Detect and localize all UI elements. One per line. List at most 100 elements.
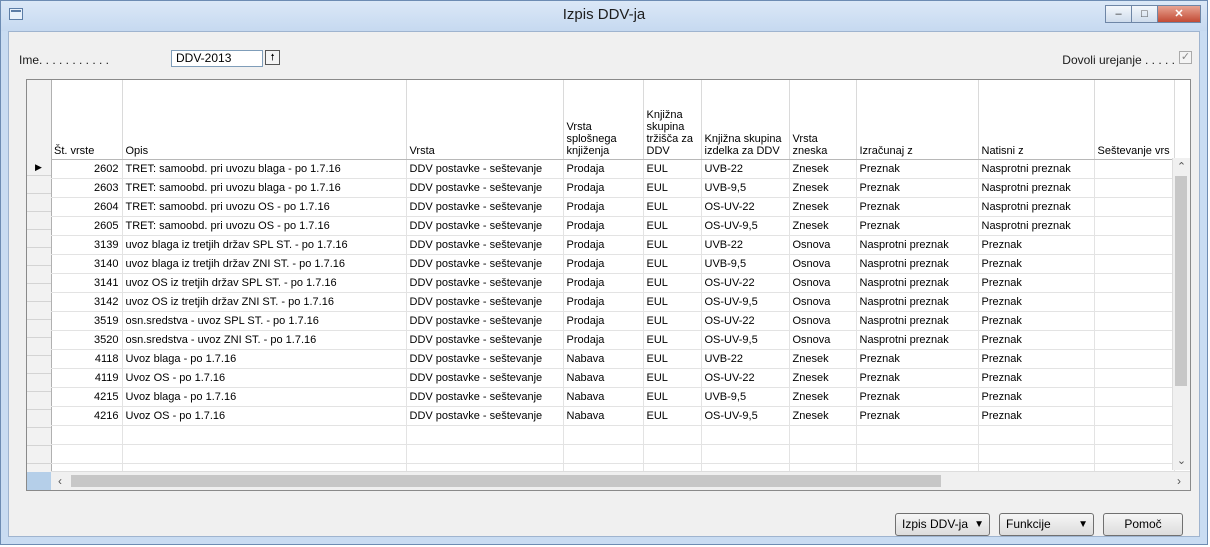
table-row[interactable]: [51, 444, 1175, 464]
table-cell[interactable]: Prodaja: [563, 254, 644, 274]
table-cell[interactable]: Preznak: [856, 368, 979, 388]
table-cell[interactable]: EUL: [643, 235, 702, 255]
table-cell[interactable]: Nabava: [563, 349, 644, 369]
table-cell[interactable]: 2605: [51, 216, 123, 236]
table-cell[interactable]: osn.sredstva - uvoz ZNI ST. - po 1.7.16: [122, 330, 407, 350]
table-cell[interactable]: EUL: [643, 368, 702, 388]
table-cell[interactable]: 2604: [51, 197, 123, 217]
table-cell[interactable]: Preznak: [856, 349, 979, 369]
table-cell[interactable]: [1094, 311, 1175, 331]
table-cell[interactable]: Znesek: [789, 216, 857, 236]
column-header[interactable]: Opis: [122, 80, 407, 160]
table-row[interactable]: 2602 TRET: samoobd. pri uvozu blaga - po …: [51, 159, 1175, 179]
row-selector[interactable]: [27, 284, 51, 302]
table-cell[interactable]: OS-UV-9,5: [701, 216, 790, 236]
column-header[interactable]: Izračunaj z: [856, 80, 979, 160]
column-header[interactable]: Vrsta zneska: [789, 80, 857, 160]
table-cell[interactable]: [406, 444, 564, 464]
table-cell[interactable]: Preznak: [856, 387, 979, 407]
table-row[interactable]: 3140 uvoz blaga iz tretjih držav ZNI ST. …: [51, 254, 1175, 274]
table-row[interactable]: 3519 osn.sredstva - uvoz SPL ST. - po 1.7…: [51, 311, 1175, 331]
row-selector[interactable]: [27, 266, 51, 284]
table-cell[interactable]: [1094, 178, 1175, 198]
row-selector[interactable]: [27, 392, 51, 410]
column-header[interactable]: Vrsta: [406, 80, 564, 160]
table-cell[interactable]: EUL: [643, 387, 702, 407]
table-cell[interactable]: Osnova: [789, 292, 857, 312]
table-cell[interactable]: 3520: [51, 330, 123, 350]
table-cell[interactable]: [701, 444, 790, 464]
funkcije-menu-button[interactable]: Funkcije ▼: [999, 513, 1094, 536]
table-row[interactable]: 2605 TRET: samoobd. pri uvozu OS - po 1.7…: [51, 216, 1175, 236]
table-cell[interactable]: 4216: [51, 406, 123, 426]
table-cell[interactable]: UVB-22: [701, 235, 790, 255]
table-cell[interactable]: [978, 444, 1095, 464]
table-cell[interactable]: Preznak: [856, 406, 979, 426]
allow-edit-checkbox[interactable]: ✓: [1179, 51, 1192, 64]
table-row[interactable]: 3520 osn.sredstva - uvoz ZNI ST. - po 1.7…: [51, 330, 1175, 350]
table-cell[interactable]: OS-UV-22: [701, 368, 790, 388]
table-cell[interactable]: 2602: [51, 159, 123, 179]
table-cell[interactable]: EUL: [643, 311, 702, 331]
table-cell[interactable]: DDV postavke - seštevanje: [406, 387, 564, 407]
lookup-arrow-icon[interactable]: 🠕: [265, 50, 280, 65]
row-selector[interactable]: [27, 428, 51, 446]
row-selector[interactable]: [27, 212, 51, 230]
table-cell[interactable]: [643, 444, 702, 464]
table-cell[interactable]: EUL: [643, 292, 702, 312]
table-cell[interactable]: EUL: [643, 330, 702, 350]
table-cell[interactable]: Preznak: [978, 254, 1095, 274]
table-cell[interactable]: Nasprotni preznak: [856, 311, 979, 331]
table-cell[interactable]: Nasprotni preznak: [978, 197, 1095, 217]
table-cell[interactable]: Preznak: [856, 159, 979, 179]
table-cell[interactable]: Prodaja: [563, 159, 644, 179]
table-cell[interactable]: [406, 425, 564, 445]
column-header[interactable]: Vrsta splošnega knjiženja: [563, 80, 644, 160]
table-cell[interactable]: [789, 425, 857, 445]
table-cell[interactable]: Prodaja: [563, 197, 644, 217]
table-cell[interactable]: Znesek: [789, 197, 857, 217]
table-cell[interactable]: DDV postavke - seštevanje: [406, 330, 564, 350]
table-cell[interactable]: TRET: samoobd. pri uvozu blaga - po 1.7.…: [122, 159, 407, 179]
table-cell[interactable]: 3139: [51, 235, 123, 255]
table-cell[interactable]: Nabava: [563, 387, 644, 407]
table-cell[interactable]: [856, 444, 979, 464]
table-cell[interactable]: EUL: [643, 273, 702, 293]
table-cell[interactable]: UVB-22: [701, 159, 790, 179]
table-cell[interactable]: DDV postavke - seštevanje: [406, 235, 564, 255]
scroll-left-icon[interactable]: ‹: [53, 473, 67, 489]
table-cell[interactable]: OS-UV-9,5: [701, 292, 790, 312]
table-cell[interactable]: Preznak: [978, 292, 1095, 312]
table-cell[interactable]: DDV postavke - seštevanje: [406, 197, 564, 217]
table-cell[interactable]: [856, 425, 979, 445]
table-cell[interactable]: OS-UV-22: [701, 311, 790, 331]
table-cell[interactable]: [122, 425, 407, 445]
table-cell[interactable]: [1094, 349, 1175, 369]
table-row[interactable]: 4119 Uvoz OS - po 1.7.16 DDV postavke - se…: [51, 368, 1175, 388]
table-cell[interactable]: Osnova: [789, 330, 857, 350]
table-cell[interactable]: uvoz blaga iz tretjih držav SPL ST. - po…: [122, 235, 407, 255]
table-cell[interactable]: [1094, 330, 1175, 350]
table-cell[interactable]: osn.sredstva - uvoz SPL ST. - po 1.7.16: [122, 311, 407, 331]
table-cell[interactable]: uvoz OS iz tretjih držav ZNI ST. - po 1.…: [122, 292, 407, 312]
table-cell[interactable]: Preznak: [856, 178, 979, 198]
row-selector[interactable]: [27, 176, 51, 194]
table-cell[interactable]: TRET: samoobd. pri uvozu OS - po 1.7.16: [122, 197, 407, 217]
table-cell[interactable]: 3141: [51, 273, 123, 293]
table-cell[interactable]: Nasprotni preznak: [856, 235, 979, 255]
table-cell[interactable]: Znesek: [789, 178, 857, 198]
table-cell[interactable]: Prodaja: [563, 292, 644, 312]
horizontal-scroll-thumb[interactable]: [71, 475, 941, 487]
table-cell[interactable]: [1094, 273, 1175, 293]
table-cell[interactable]: [978, 425, 1095, 445]
table-cell[interactable]: DDV postavke - seštevanje: [406, 368, 564, 388]
table-cell[interactable]: [1094, 425, 1175, 445]
table-cell[interactable]: 3142: [51, 292, 123, 312]
table-cell[interactable]: [1094, 197, 1175, 217]
table-row[interactable]: 3141 uvoz OS iz tretjih držav SPL ST. - p…: [51, 273, 1175, 293]
table-cell[interactable]: Znesek: [789, 387, 857, 407]
vertical-scroll-thumb[interactable]: [1175, 176, 1187, 386]
table-cell[interactable]: [789, 444, 857, 464]
column-header[interactable]: Knjižna skupina izdelka za DDV: [701, 80, 790, 160]
table-row[interactable]: 4216 Uvoz OS - po 1.7.16 DDV postavke - se…: [51, 406, 1175, 426]
